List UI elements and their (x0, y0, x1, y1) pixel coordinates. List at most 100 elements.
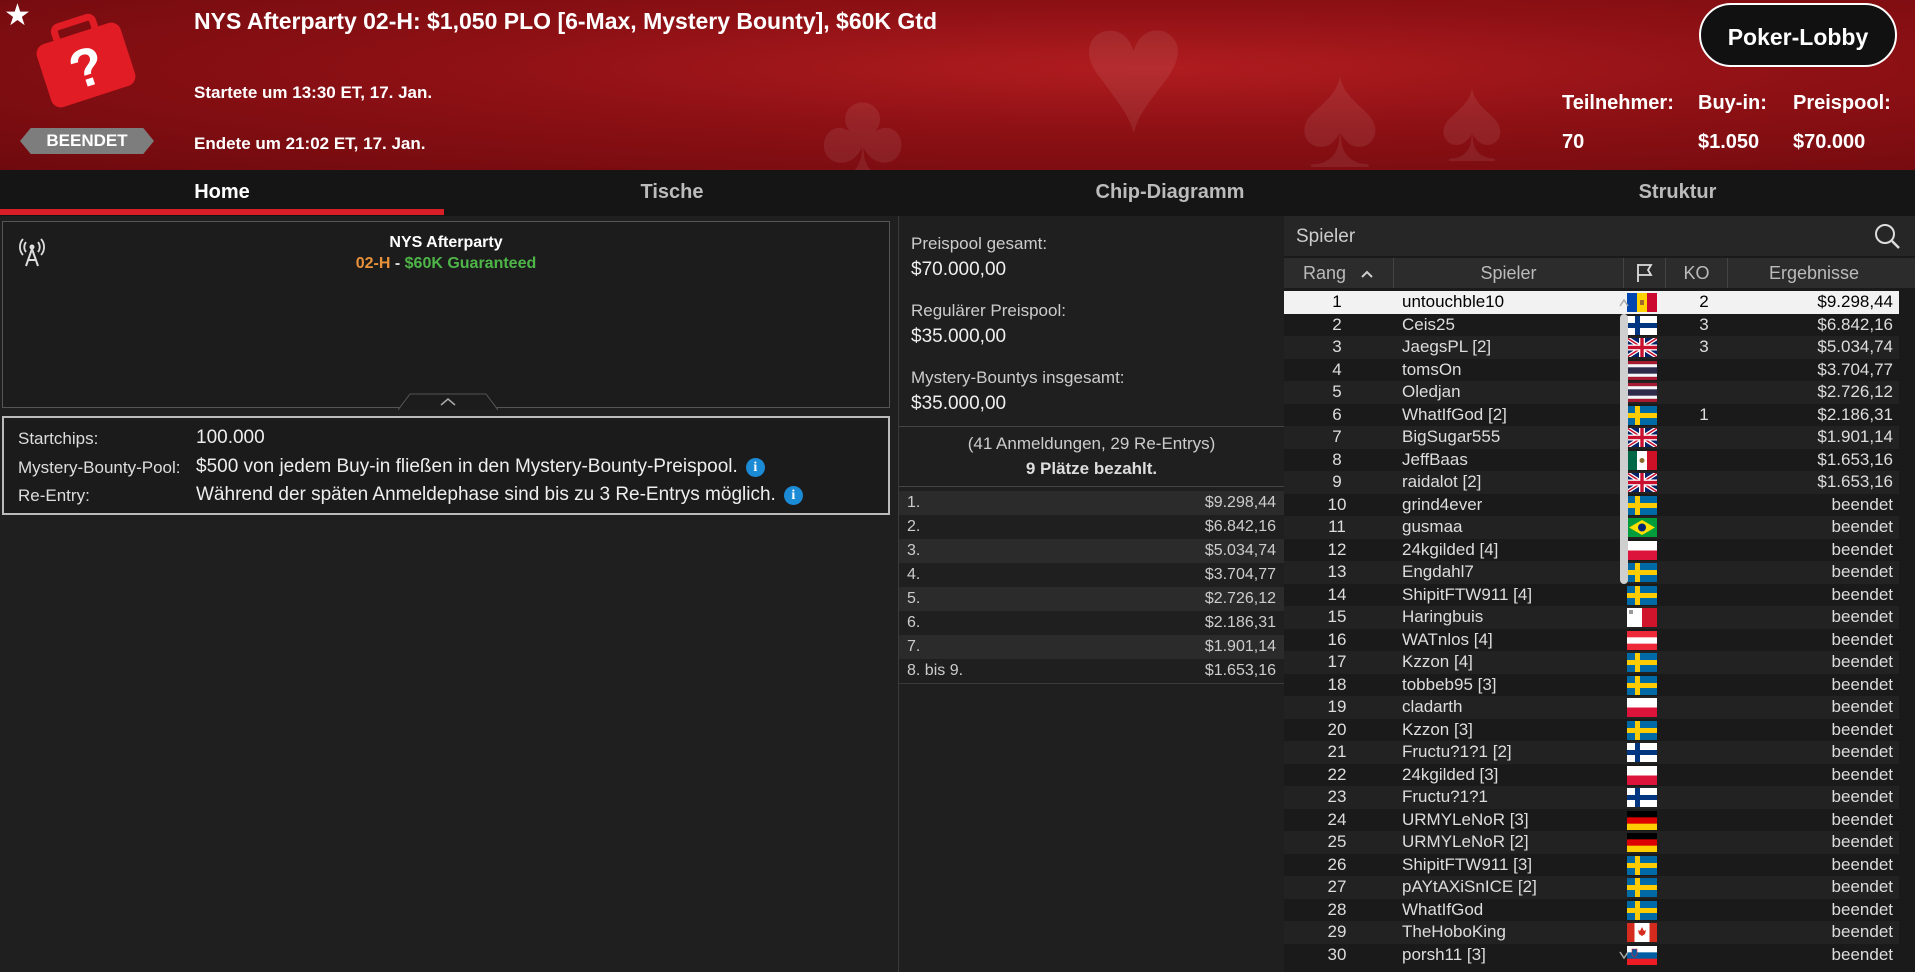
poker-lobby-button[interactable]: Poker-Lobby (1699, 3, 1897, 67)
player-row[interactable]: 1 untouchble10 2 $9.298,44 (1284, 291, 1899, 314)
player-row[interactable]: 30 porsh11 [3] beendet (1284, 943, 1899, 966)
player-row[interactable]: 29 TheHoboKing beendet (1284, 921, 1899, 944)
country-flag-icon (1627, 743, 1657, 762)
bounty-pool-text: $500 von jedem Buy-in fließen in den Mys… (196, 456, 738, 477)
collapse-toggle[interactable] (398, 392, 498, 410)
player-row[interactable]: 6 WhatIfGod [2] 1 $2.186,31 (1284, 403, 1899, 426)
tab-tables[interactable]: Tische (444, 170, 900, 216)
column-flag[interactable] (1624, 258, 1666, 288)
payout-place: 1. (907, 494, 921, 511)
player-search-bar[interactable]: Spieler (1284, 216, 1915, 256)
heart-decoration-icon: ♥ (1080, 0, 1187, 170)
search-icon[interactable] (1873, 222, 1901, 250)
payout-place: 4. (907, 566, 921, 583)
player-row[interactable]: 4 tomsOn $3.704,77 (1284, 358, 1899, 381)
favorite-star-icon[interactable]: ★ (4, 0, 31, 33)
info-icon[interactable]: i (783, 486, 803, 505)
country-flag-icon (1627, 315, 1657, 335)
player-row[interactable]: 27 pAYtAXiSnICE [2] beendet (1284, 876, 1899, 899)
payout-place: 6. (907, 614, 921, 631)
player-row[interactable]: 5 Oledjan $2.726,12 (1284, 381, 1899, 404)
player-row[interactable]: 18 tobbeb95 [3] beendet (1284, 673, 1899, 696)
player-row[interactable]: 10 grind4ever beendet (1284, 493, 1899, 516)
subtitle-separator: - (390, 255, 405, 272)
player-row[interactable]: 19 cladarth beendet (1284, 696, 1899, 719)
player-row[interactable]: 20 Kzzon [3] beendet (1284, 718, 1899, 741)
player-row[interactable]: 14 ShipitFTW911 [4] beendet (1284, 583, 1899, 606)
player-row[interactable]: 23 Fructu?1?1 beendet (1284, 786, 1899, 809)
column-player[interactable]: Spieler (1394, 258, 1624, 288)
player-row[interactable]: 9 raidalot [2] $1.653,16 (1284, 471, 1899, 494)
player-row[interactable]: 24 URMYLeNoR [3] beendet (1284, 808, 1899, 831)
flag-icon (1636, 264, 1653, 282)
bounty-total-value: $35.000,00 (911, 393, 1007, 414)
tournament-title: NYS Afterparty 02-H: $1,050 PLO [6-Max, … (194, 8, 938, 34)
player-row[interactable]: 2 Ceis25 3 $6.842,16 (1284, 313, 1899, 336)
player-table-header: Rang Spieler KO Ergebnisse (1284, 258, 1915, 288)
column-ko[interactable]: KO (1666, 258, 1728, 288)
player-result: $2.726,12 (1817, 382, 1893, 401)
player-result: beendet (1831, 742, 1893, 761)
tournament-code: 02-H (355, 255, 391, 272)
player-rank: 21 (1327, 742, 1347, 761)
player-rank: 16 (1327, 629, 1347, 649)
payout-place: 2. (907, 518, 921, 535)
player-row[interactable]: 21 Fructu?1?1 [2] beendet (1284, 741, 1899, 764)
player-row[interactable]: 8 JeffBaas $1.653,16 (1284, 448, 1899, 471)
player-row[interactable]: 12 24kgilded [4] beendet (1284, 538, 1899, 561)
column-result[interactable]: Ergebnisse (1728, 258, 1900, 288)
payout-amount: $2.186,31 (1204, 614, 1276, 631)
info-icon[interactable]: i (745, 458, 765, 477)
player-result: beendet (1831, 809, 1893, 829)
player-row[interactable]: 3 JaegsPL [2] 3 $5.034,74 (1284, 336, 1899, 359)
payout-row: 8. bis 9. $1.653,16 (899, 659, 1284, 684)
player-row[interactable]: 11 gusmaa beendet (1284, 516, 1899, 539)
player-row[interactable]: 28 WhatIfGod beendet (1284, 898, 1899, 921)
player-rank: 5 (1332, 382, 1342, 401)
country-flag-icon (1627, 833, 1657, 853)
payout-place: 8. bis 9. (907, 662, 964, 679)
player-row[interactable]: 15 Haringbuis beendet (1284, 606, 1899, 629)
player-list-scrollbar[interactable] (1617, 290, 1631, 972)
tab-chip-chart[interactable]: Chip-Diagramm (900, 170, 1440, 216)
player-ko: 3 (1699, 337, 1709, 356)
player-rank: 25 (1327, 832, 1347, 851)
player-result: beendet (1831, 584, 1893, 604)
payout-amount: $5.034,74 (1204, 542, 1276, 559)
player-result: beendet (1831, 899, 1893, 919)
country-flag-icon (1627, 608, 1658, 627)
player-row[interactable]: 22 24kgilded [3] beendet (1284, 763, 1899, 786)
payout-amount: $1.901,14 (1204, 638, 1276, 655)
country-flag-icon (1627, 383, 1657, 402)
country-flag-icon (1627, 900, 1657, 920)
club-decoration-icon: ♣ (820, 62, 906, 170)
country-flag-icon (1627, 765, 1657, 785)
player-row[interactable]: 26 ShipitFTW911 [3] beendet (1284, 853, 1899, 876)
player-rank: 28 (1327, 899, 1347, 919)
player-rank: 14 (1327, 584, 1347, 604)
player-row[interactable]: 7 BigSugar555 $1.901,14 (1284, 426, 1899, 449)
player-result: beendet (1831, 854, 1893, 874)
regular-prizepool-value: $35.000,00 (911, 326, 1007, 347)
player-row[interactable]: 16 WATnlos [4] beendet (1284, 628, 1899, 651)
tournament-info-panel: NYS Afterparty 02-H - $60K Guaranteed (2, 221, 890, 410)
tab-structure[interactable]: Struktur (1440, 170, 1915, 216)
country-flag-icon (1627, 450, 1658, 470)
player-result: beendet (1831, 697, 1893, 716)
divider (899, 426, 1284, 427)
mystery-bounty-suitcase-icon: ? (36, 13, 136, 108)
payout-row: 6. $2.186,31 (899, 611, 1284, 636)
player-rank: 6 (1332, 404, 1342, 424)
player-rank: 17 (1327, 652, 1347, 671)
player-rank: 29 (1327, 922, 1347, 941)
player-result: beendet (1831, 877, 1893, 896)
player-row[interactable]: 17 Kzzon [4] beendet (1284, 651, 1899, 674)
country-flag-icon (1627, 878, 1657, 897)
player-row[interactable]: 13 Engdahl7 beendet (1284, 561, 1899, 584)
payout-row: 2. $6.842,16 (899, 515, 1284, 540)
player-row[interactable]: 25 URMYLeNoR [2] beendet (1284, 831, 1899, 854)
column-rank[interactable]: Rang (1284, 258, 1394, 288)
player-rank: 11 (1328, 517, 1346, 536)
player-rank: 20 (1327, 719, 1347, 739)
player-rank: 4 (1332, 359, 1342, 379)
